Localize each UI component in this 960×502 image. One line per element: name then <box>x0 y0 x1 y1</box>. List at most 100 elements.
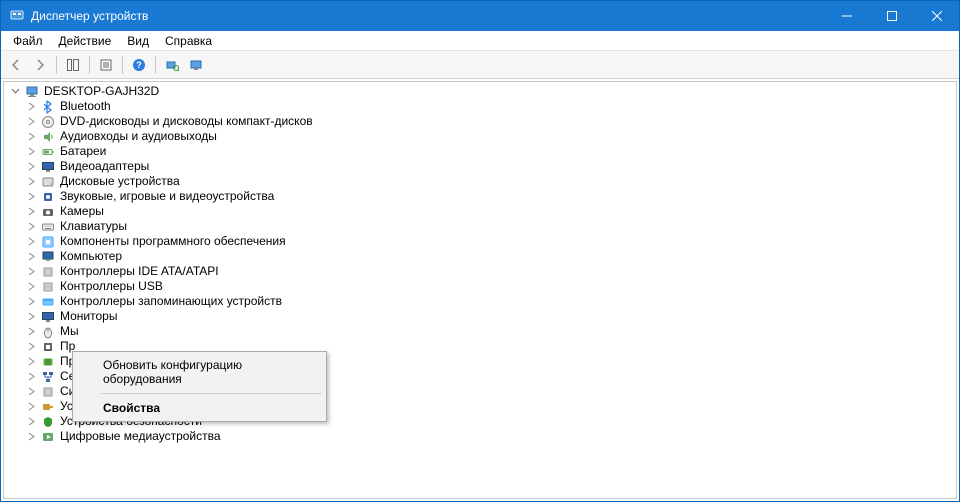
tree-item[interactable]: Батареи <box>6 144 954 159</box>
show-hide-tree-button[interactable] <box>62 54 84 76</box>
devices-printers-button[interactable] <box>185 54 207 76</box>
toolbar-separator <box>122 56 123 74</box>
toolbar-separator <box>155 56 156 74</box>
sound-icon <box>40 189 56 204</box>
tree-item[interactable]: DVD-дисководы и дисководы компакт-дисков <box>6 114 954 129</box>
menu-view[interactable]: Вид <box>119 32 157 50</box>
tree-item[interactable]: Цифровые медиаустройства <box>6 429 954 444</box>
chevron-right-icon[interactable] <box>24 400 38 414</box>
menu-action[interactable]: Действие <box>51 32 120 50</box>
context-scan-label: Обновить конфигурацию оборудования <box>103 358 304 386</box>
window-controls <box>824 1 959 31</box>
camera-icon <box>40 204 56 219</box>
toolbar-separator <box>56 56 57 74</box>
chevron-right-icon[interactable] <box>24 430 38 444</box>
menu-file[interactable]: Файл <box>5 32 51 50</box>
system-icon <box>40 384 56 399</box>
device-tree[interactable]: DESKTOP-GAJH32D BluetoothDVD-дисководы и… <box>3 81 957 499</box>
tree-item-label: DVD-дисководы и дисководы компакт-дисков <box>60 114 313 129</box>
toolbar-separator <box>89 56 90 74</box>
chevron-right-icon[interactable] <box>24 145 38 159</box>
computer-icon <box>24 84 40 99</box>
tree-item[interactable]: Bluetooth <box>6 99 954 114</box>
menu-help[interactable]: Справка <box>157 32 220 50</box>
tree-item-label: Компьютер <box>60 249 122 264</box>
chevron-right-icon[interactable] <box>24 265 38 279</box>
chevron-right-icon[interactable] <box>24 190 38 204</box>
chevron-right-icon[interactable] <box>24 295 38 309</box>
chevron-right-icon[interactable] <box>24 250 38 264</box>
processor-icon <box>40 354 56 369</box>
tree-item[interactable]: Контроллеры IDE ATA/ATAPI <box>6 264 954 279</box>
tree-item[interactable]: Клавиатуры <box>6 219 954 234</box>
monitor-icon <box>40 309 56 324</box>
tree-item[interactable]: Мониторы <box>6 309 954 324</box>
tree-item-label: Видеоадаптеры <box>60 159 149 174</box>
tree-item-label: Звуковые, игровые и видеоустройства <box>60 189 274 204</box>
tree-item-label: Bluetooth <box>60 99 111 114</box>
chevron-right-icon[interactable] <box>24 385 38 399</box>
ide-icon <box>40 264 56 279</box>
chevron-right-icon[interactable] <box>24 100 38 114</box>
bluetooth-icon <box>40 99 56 114</box>
chevron-right-icon[interactable] <box>24 160 38 174</box>
chevron-right-icon[interactable] <box>24 115 38 129</box>
chevron-right-icon[interactable] <box>24 220 38 234</box>
nav-back-button[interactable] <box>5 54 27 76</box>
toolbar: ? <box>1 51 959 79</box>
close-button[interactable] <box>914 1 959 31</box>
chevron-right-icon[interactable] <box>24 205 38 219</box>
tree-item-label: Мы <box>60 324 79 339</box>
tree-item[interactable]: Видеоадаптеры <box>6 159 954 174</box>
tree-item[interactable]: Компоненты программного обеспечения <box>6 234 954 249</box>
firmware-icon <box>40 339 56 354</box>
context-separator <box>101 393 322 394</box>
tree-item[interactable]: Дисковые устройства <box>6 174 954 189</box>
battery-icon <box>40 144 56 159</box>
chevron-right-icon[interactable] <box>24 355 38 369</box>
tree-item-label: Контроллеры запоминающих устройств <box>60 294 282 309</box>
disk-icon <box>40 174 56 189</box>
maximize-button[interactable] <box>869 1 914 31</box>
network-icon <box>40 369 56 384</box>
tree-item-label: Камеры <box>60 204 104 219</box>
tree-item[interactable]: Компьютер <box>6 249 954 264</box>
minimize-button[interactable] <box>824 1 869 31</box>
tree-item[interactable]: Контроллеры запоминающих устройств <box>6 294 954 309</box>
tree-root[interactable]: DESKTOP-GAJH32D <box>6 84 954 99</box>
chevron-right-icon[interactable] <box>24 415 38 429</box>
tree-item[interactable]: Звуковые, игровые и видеоустройства <box>6 189 954 204</box>
chevron-down-icon[interactable] <box>8 85 22 99</box>
chevron-right-icon[interactable] <box>24 325 38 339</box>
app-icon <box>9 8 25 24</box>
usb-icon <box>40 279 56 294</box>
tree-item[interactable]: Мы <box>6 324 954 339</box>
tree-item[interactable]: Камеры <box>6 204 954 219</box>
context-menu: Обновить конфигурацию оборудования Свойс… <box>72 351 327 422</box>
context-properties[interactable]: Свойства <box>75 397 324 419</box>
tree-item-label: Аудиовходы и аудиовыходы <box>60 129 217 144</box>
chevron-right-icon[interactable] <box>24 130 38 144</box>
chevron-right-icon[interactable] <box>24 310 38 324</box>
context-properties-label: Свойства <box>103 401 160 415</box>
context-scan-hardware[interactable]: Обновить конфигурацию оборудования <box>75 354 324 390</box>
nav-forward-button[interactable] <box>29 54 51 76</box>
tree-item[interactable]: Аудиовходы и аудиовыходы <box>6 129 954 144</box>
chevron-right-icon[interactable] <box>24 340 38 354</box>
storage-icon <box>40 294 56 309</box>
audio-icon <box>40 129 56 144</box>
chevron-right-icon[interactable] <box>24 280 38 294</box>
chevron-right-icon[interactable] <box>24 175 38 189</box>
tree-item[interactable]: Контроллеры USB <box>6 279 954 294</box>
properties-button[interactable] <box>95 54 117 76</box>
tree-item-label: Дисковые устройства <box>60 174 180 189</box>
svg-text:?: ? <box>136 60 142 70</box>
help-button[interactable]: ? <box>128 54 150 76</box>
window-title: Диспетчер устройств <box>31 9 824 23</box>
menubar: Файл Действие Вид Справка <box>1 31 959 51</box>
chevron-right-icon[interactable] <box>24 235 38 249</box>
scan-hardware-button[interactable] <box>161 54 183 76</box>
keyboard-icon <box>40 219 56 234</box>
mouse-icon <box>40 324 56 339</box>
chevron-right-icon[interactable] <box>24 370 38 384</box>
